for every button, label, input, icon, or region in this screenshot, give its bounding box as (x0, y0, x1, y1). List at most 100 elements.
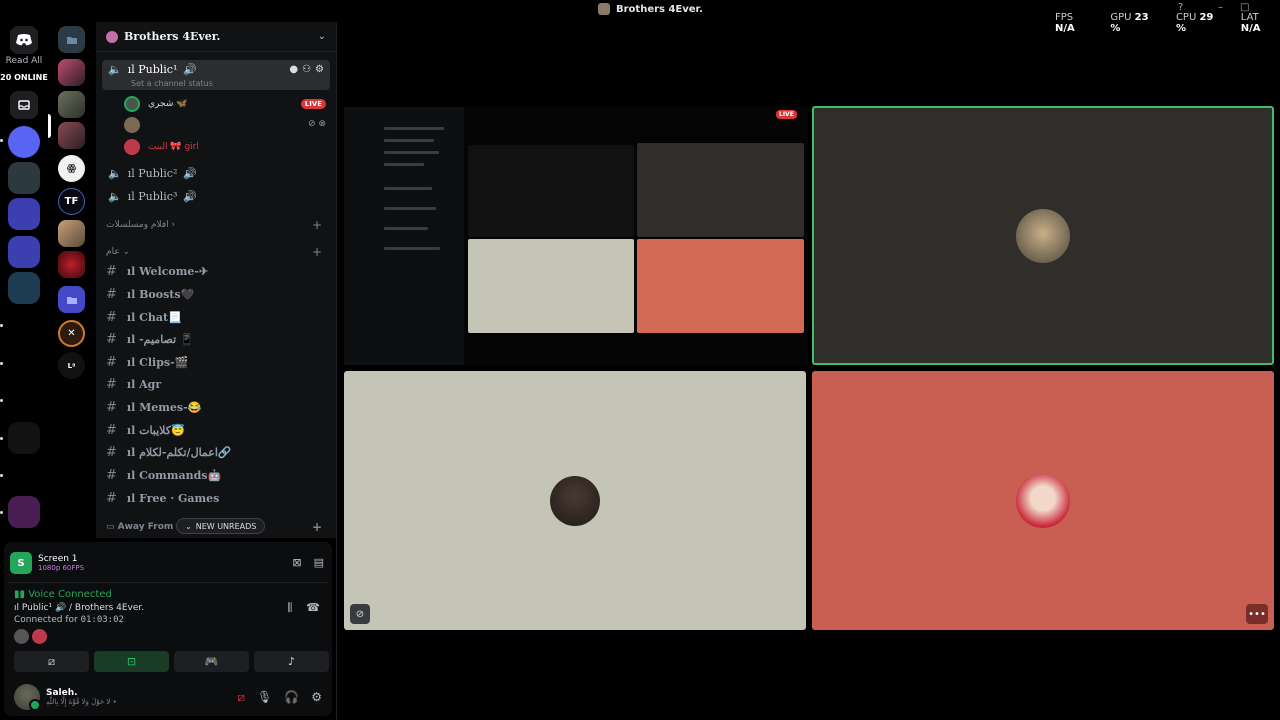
new-unreads-pill[interactable]: ⌄ NEW UNREADS (176, 518, 266, 534)
server-icon-6[interactable] (58, 220, 85, 247)
server-name: Brothers 4Ever. (124, 30, 221, 43)
participant-avatar (550, 475, 600, 526)
add-channel-icon[interactable]: + (312, 218, 322, 232)
text-channel-talk[interactable]: # ıl اعمال/تكلم-لكلام🔗 (106, 442, 232, 462)
avatar[interactable] (14, 629, 29, 644)
inbox-button[interactable] (10, 91, 38, 119)
category-general[interactable]: عام ⌄ + (106, 245, 326, 259)
read-all-button[interactable]: Read All (0, 56, 48, 66)
voice-channel-public-1[interactable]: 🔈 ıl Public¹ 🔊 Set a channel status ● ⚇ … (102, 60, 330, 90)
server-icon-4[interactable]: ꙮ (58, 155, 85, 182)
category-movies[interactable]: افلام ومسلسلات › + (106, 218, 326, 232)
avatar (124, 96, 140, 112)
server-icon-2[interactable] (58, 91, 85, 118)
text-channel-kalaibat[interactable]: # ıl كلايبات😇 (106, 420, 185, 440)
add-user-icon[interactable]: ⚇ (302, 64, 311, 75)
chevron-down-icon[interactable]: ⌄ (318, 31, 326, 42)
hashtag-icon: # (106, 399, 117, 415)
folder-button-1[interactable] (8, 162, 40, 194)
hashtag-icon: # (106, 354, 117, 370)
text-channel-free-games[interactable]: # ıl Free · Games (106, 488, 219, 508)
clyde-avatar-button[interactable] (8, 126, 40, 158)
mini-live-badge: LIVE (776, 110, 797, 119)
headphones-icon[interactable]: 🎧 (284, 690, 299, 705)
folder-button-5[interactable] (8, 422, 40, 454)
text-channel-clips[interactable]: # ıl Clips-🎬 (106, 352, 188, 372)
user-name[interactable]: Saleh. (46, 688, 117, 698)
voice-tools: ⫼ ☎ (287, 601, 320, 615)
participant-tile-3[interactable]: ⊘ (344, 371, 806, 630)
voice-panel: S Screen 1 1080p 60FPS ⊠ ▤ ▮▮ Voice Conn… (4, 542, 332, 716)
folder-button-6[interactable] (8, 496, 40, 528)
microphone-icon[interactable]: 🎙 (257, 690, 272, 705)
voice-channel-public-3[interactable]: 🔈 ıl Public³ 🔊 (102, 186, 330, 206)
channel-status[interactable]: Set a channel status (131, 79, 213, 88)
stop-stream-icon[interactable]: ⊠ (292, 556, 301, 569)
discord-home-button[interactable] (10, 26, 38, 54)
gamepad-icon: 🎮 (204, 655, 219, 668)
server-folder[interactable] (58, 26, 85, 53)
voice-member[interactable]: شجري 🦋 (124, 95, 187, 113)
folder-button-2[interactable] (8, 198, 40, 230)
video-off-icon[interactable]: ⧄ (237, 690, 245, 705)
text-channel-memes[interactable]: # ıl Memes-😂 (106, 397, 201, 417)
server-icon-9[interactable]: Lᵍ (58, 352, 85, 379)
more-options-icon[interactable]: ••• (1246, 604, 1268, 624)
server-icon-3[interactable] (58, 122, 85, 149)
folder-button-3[interactable] (8, 236, 40, 268)
chat-icon[interactable]: ● (289, 64, 298, 75)
server-icon-7[interactable] (58, 251, 85, 278)
mini-line (384, 127, 444, 130)
window-title: Brothers 4Ever. (598, 3, 703, 15)
unread-dot (0, 511, 3, 514)
add-channel-icon[interactable]: + (312, 520, 322, 534)
chevron-down-icon: ⌄ (185, 521, 192, 531)
voice-member[interactable]: البنت 🎀 girl (124, 138, 199, 156)
avatar[interactable] (32, 629, 47, 644)
participant-tile-4[interactable]: ••• (812, 371, 1274, 630)
video-off-icon: ⧄ (48, 654, 55, 668)
unread-dot (0, 139, 3, 142)
server-icon-5[interactable]: TF (58, 188, 85, 215)
server-folder-2[interactable] (58, 286, 85, 313)
fps-stat: FPS N/A (1055, 12, 1075, 34)
add-channel-icon[interactable]: + (312, 245, 322, 259)
camera-off-button[interactable]: ⧄ (14, 651, 89, 672)
mini-tile (468, 239, 634, 333)
volume-icon: 🔊 (183, 189, 198, 203)
volume-icon: 🔊 (183, 63, 198, 76)
stream-settings-icon[interactable]: ▤ (314, 556, 324, 569)
voice-channel-path[interactable]: ıl Public¹ 🔊 / Brothers 4Ever. (14, 603, 144, 613)
user-avatar[interactable] (14, 684, 41, 711)
hashtag-icon: # (106, 331, 117, 347)
participant-tile-2[interactable] (812, 106, 1274, 365)
voice-member[interactable] (124, 116, 148, 134)
text-channel-commands[interactable]: # ıl Commands🤖 (106, 465, 221, 485)
folder-button-4[interactable] (8, 272, 40, 304)
gear-icon[interactable]: ⚙ (315, 64, 324, 75)
voice-status[interactable]: ▮▮ Voice Connected (14, 589, 112, 600)
hashtag-icon: # (106, 467, 117, 483)
channel-sidebar: Brothers 4Ever. ⌄ 🔈 ıl Public¹ 🔊 Set a c… (96, 22, 336, 538)
voice-channel-name: ıl Public¹ (127, 63, 178, 76)
folder-icon (66, 36, 77, 44)
activities-button[interactable]: 🎮 (174, 651, 249, 672)
server-header[interactable]: Brothers 4Ever. ⌄ (96, 22, 336, 52)
screen-share-tile[interactable]: LIVE (344, 107, 808, 365)
text-channel-welcome[interactable]: # ıl Welcome-✈ (106, 261, 208, 281)
server-icon-1[interactable] (58, 59, 85, 86)
speaker-icon: 🔈 (108, 189, 122, 203)
unread-dot (0, 399, 3, 402)
soundboard-button[interactable]: ♪ (254, 651, 329, 672)
text-channel-chat[interactable]: # ıl Chat📃 (106, 307, 182, 327)
gear-icon[interactable]: ⚙ (311, 690, 322, 705)
server-icon-8[interactable]: ✕ (58, 320, 85, 347)
text-channel-agr[interactable]: # ıl Agr (106, 374, 161, 394)
text-channel-designs[interactable]: # ıl -تصاميم 📱 (106, 329, 194, 349)
disconnect-icon[interactable]: ☎ (306, 601, 320, 615)
text-channel-boosts[interactable]: # ıl Boosts🖤 (106, 284, 194, 304)
mute-indicator-icon[interactable]: ⊘ (350, 604, 370, 624)
noise-suppression-icon[interactable]: ⫼ (287, 601, 292, 615)
screen-share-button[interactable]: ⊡ (94, 651, 169, 672)
voice-channel-public-2[interactable]: 🔈 ıl Public² 🔊 (102, 163, 330, 183)
